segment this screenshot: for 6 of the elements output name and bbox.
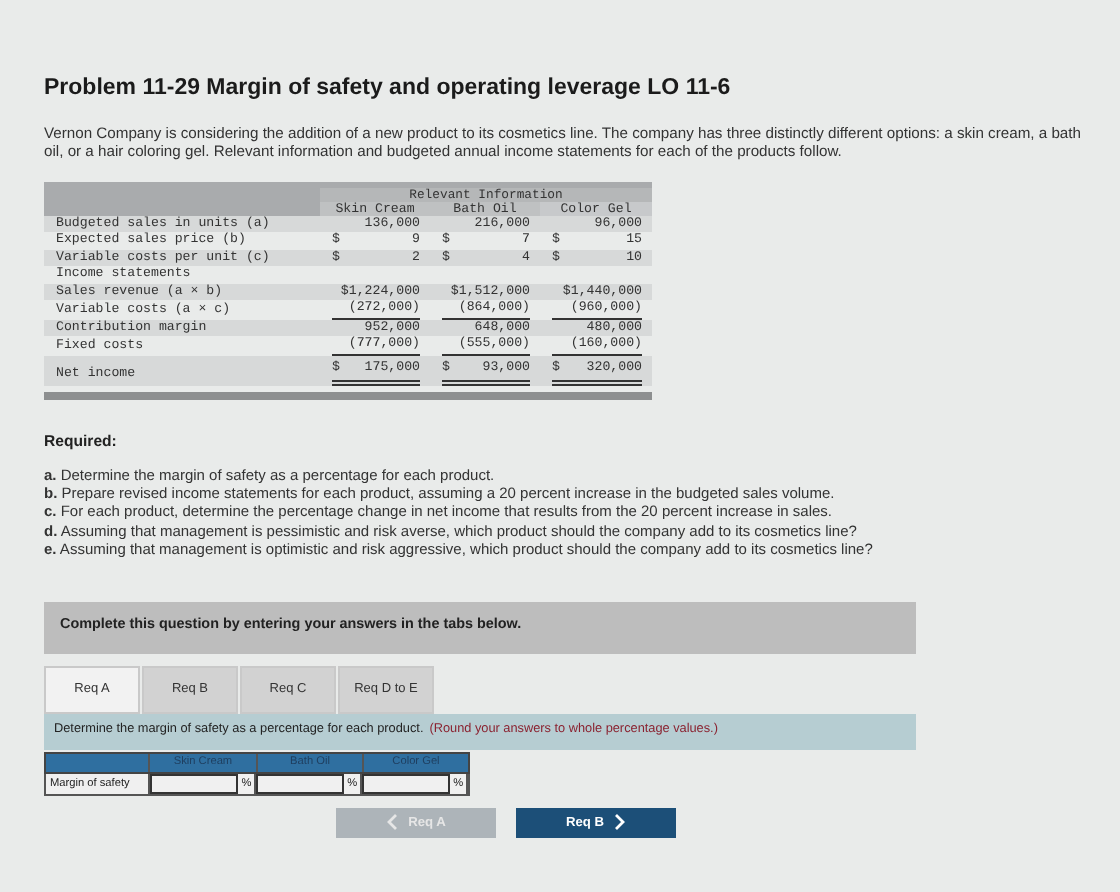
chevron-left-icon	[386, 814, 399, 831]
problem-title: Problem 11-29 Margin of safety and operating leverage LO 11-6	[44, 76, 733, 100]
answer-field[interactable]	[150, 773, 239, 794]
chevron-right-icon	[614, 814, 627, 831]
answer-field[interactable]	[256, 773, 345, 794]
answer-field[interactable]	[362, 773, 451, 794]
